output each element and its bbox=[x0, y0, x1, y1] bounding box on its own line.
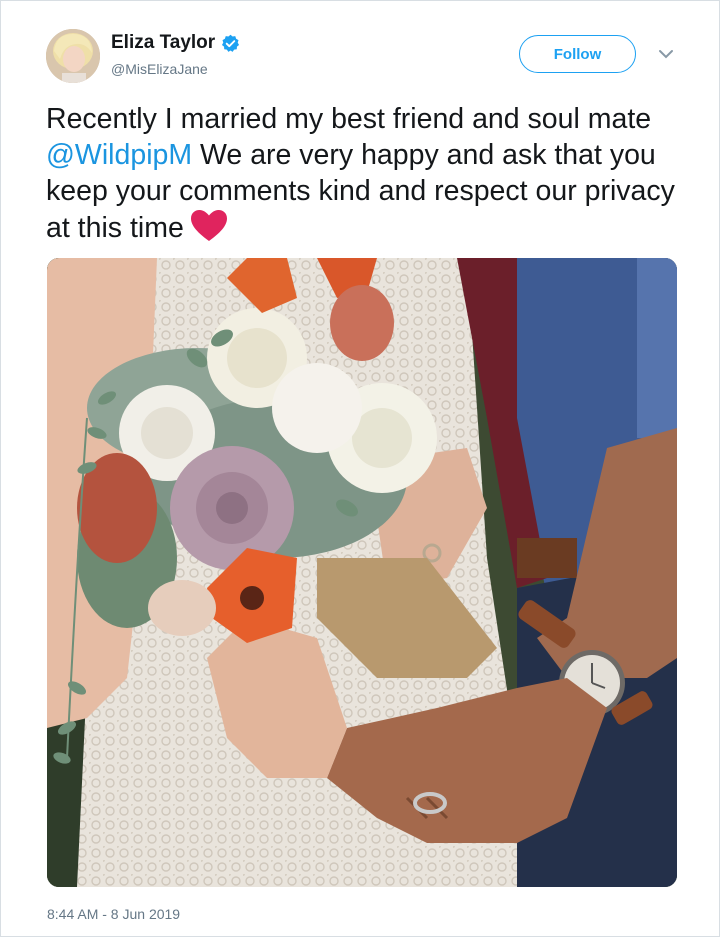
tweet-timestamp[interactable]: 8:44 AM - 8 Jun 2019 bbox=[47, 906, 180, 922]
verified-badge-icon bbox=[222, 34, 240, 52]
profile-avatar[interactable] bbox=[46, 29, 100, 83]
tweet-text-part1: Recently I married my best friend and so… bbox=[46, 103, 652, 135]
red-heart-icon bbox=[190, 210, 227, 241]
wedding-photo-image[interactable] bbox=[47, 258, 677, 887]
follow-button[interactable]: Follow bbox=[519, 35, 636, 73]
mention-link[interactable]: @WildpipM bbox=[46, 139, 192, 171]
tweet-text: Recently I married my best friend and so… bbox=[46, 101, 686, 246]
tweet-card: Eliza Taylor @MisElizaJane Follow Recent… bbox=[0, 0, 720, 937]
author-name-row: Eliza Taylor bbox=[111, 32, 240, 54]
chevron-down-icon[interactable] bbox=[657, 48, 675, 60]
author-name[interactable]: Eliza Taylor bbox=[111, 32, 215, 54]
author-handle[interactable]: @MisElizaJane bbox=[111, 61, 208, 77]
